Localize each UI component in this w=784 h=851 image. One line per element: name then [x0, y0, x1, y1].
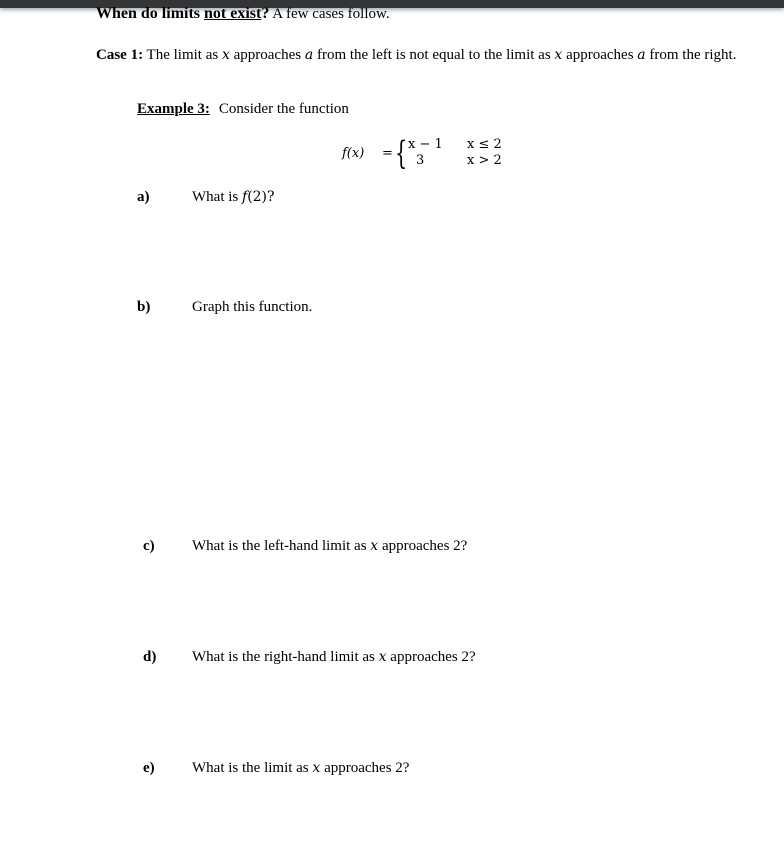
section-heading: When do limits not exist? A few cases fo… [96, 5, 390, 23]
question-d: What is the right-hand limit as x approa… [192, 649, 476, 666]
math-var-a: a [637, 47, 646, 63]
case-1-paragraph: Case 1: The limit as x approaches a from… [96, 46, 756, 65]
math-var-x: x [378, 649, 387, 665]
equals-sign: = [382, 146, 393, 161]
example-label: Example 3: [137, 101, 210, 117]
case-2-expression: 3 [416, 153, 425, 168]
function-name: f(x) [342, 146, 365, 161]
question-text: approaches 2? [386, 649, 476, 665]
case-label: Case 1: [96, 47, 144, 63]
question-text: What is [192, 189, 242, 205]
case-1-expression: x − 1 [408, 137, 443, 152]
question-a-letter: a) [137, 189, 150, 205]
case-2-condition: x > 2 [467, 153, 502, 168]
question-e: What is the limit as x approaches 2? [192, 760, 409, 777]
heading-underlined: not exist [204, 5, 262, 22]
question-text: What is the right-hand limit as [192, 649, 379, 665]
question-c: What is the left-hand limit as x approac… [192, 538, 467, 555]
question-text: approaches 2? [378, 538, 468, 554]
math-var-x: x [221, 47, 230, 63]
question-text: (2)? [247, 189, 275, 205]
example-text: Consider the function [218, 101, 349, 117]
example-heading: Example 3: Consider the function [137, 101, 349, 118]
case-text: from the left is not equal to the limit … [313, 47, 555, 63]
case-text: approaches [229, 47, 305, 63]
question-a: What is f(2)? [192, 189, 275, 206]
case-text: approaches [562, 47, 638, 63]
question-d-letter: d) [143, 649, 157, 665]
heading-subtext: A few cases follow. [269, 6, 390, 22]
question-text: approaches 2? [320, 760, 410, 776]
question-e-letter: e) [143, 760, 155, 776]
case-1-condition: x ≤ 2 [467, 137, 502, 152]
question-c-letter: c) [143, 538, 155, 554]
question-b-letter: b) [137, 299, 151, 315]
case-text: from the right. [645, 47, 737, 63]
question-text: What is the limit as [192, 760, 313, 776]
math-var-a: a [304, 47, 314, 63]
question-b: Graph this function. [192, 299, 313, 315]
question-text: What is the left-hand limit as [192, 538, 371, 554]
case-text: The limit as [143, 47, 222, 63]
brace: { [395, 134, 408, 172]
heading-text: When do limits [96, 5, 205, 22]
